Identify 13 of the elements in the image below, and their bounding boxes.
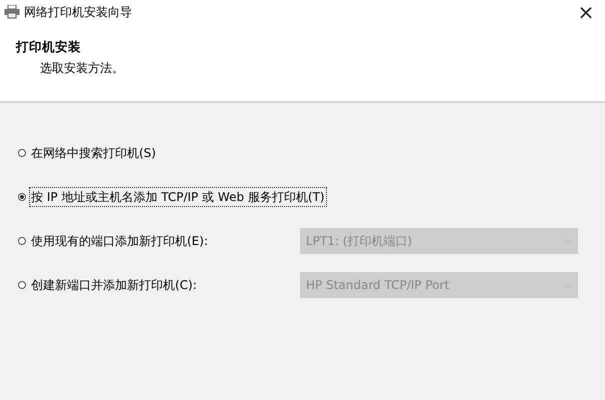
radio-button[interactable] [18, 281, 26, 289]
page-heading: 打印机安装 [14, 38, 82, 56]
option-label[interactable]: 在网络中搜索打印机(S) [29, 143, 158, 163]
option-label[interactable]: 创建新端口并添加新打印机(C): [29, 275, 199, 295]
option-label[interactable]: 按 IP 地址或主机名添加 TCP/IP 或 Web 服务打印机(T) [29, 187, 327, 207]
page-subtitle: 选取安装方法。 [39, 60, 125, 77]
radio-button[interactable] [18, 193, 26, 201]
radio-button[interactable] [18, 149, 26, 157]
window-title: 网络打印机安装向导 [24, 4, 132, 21]
radio-button[interactable] [18, 237, 26, 245]
printer-icon [4, 5, 20, 19]
option-label[interactable]: 使用现有的端口添加新打印机(E): [29, 231, 210, 251]
close-button[interactable]: × [571, 2, 601, 22]
